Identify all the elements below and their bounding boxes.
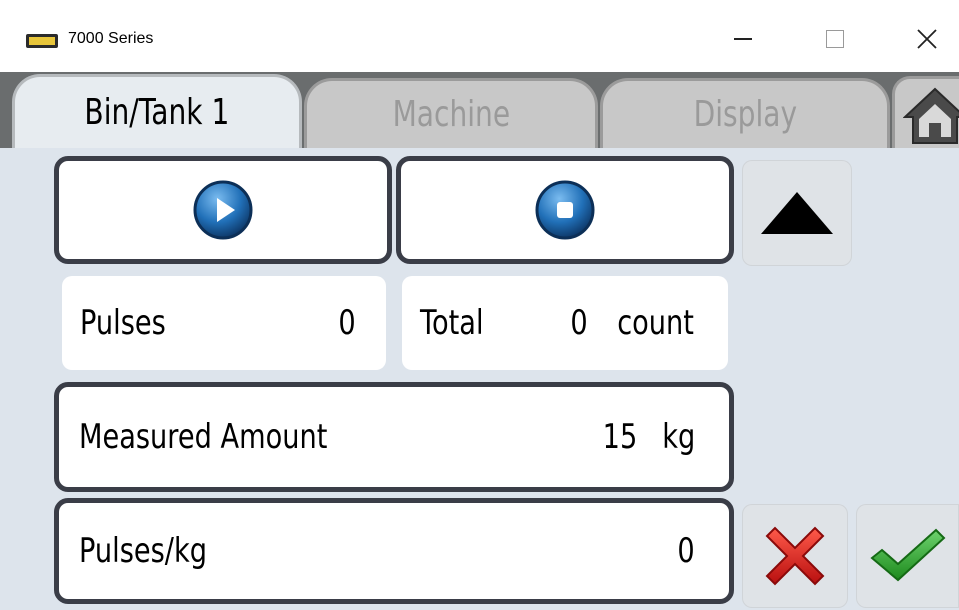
- up-arrow-icon: [761, 192, 833, 234]
- cancel-button[interactable]: [742, 504, 848, 608]
- measured-amount-label: Measured Amount: [79, 417, 328, 457]
- start-button[interactable]: [54, 156, 392, 264]
- home-icon: [903, 87, 959, 144]
- tab-bin-tank-1[interactable]: Bin/Tank 1: [12, 74, 302, 148]
- tab-bin-tank-label: Bin/Tank 1: [84, 92, 230, 133]
- home-button[interactable]: [892, 76, 959, 148]
- pulses-label: Pulses: [80, 303, 166, 343]
- tab-machine-label: Machine: [392, 94, 510, 135]
- total-readout: Total 0 count: [402, 276, 728, 370]
- tab-display[interactable]: Display: [600, 78, 890, 148]
- measured-amount-value: 15: [602, 417, 637, 457]
- pulses-per-kg-label: Pulses/kg: [79, 531, 207, 571]
- window-title: 7000 Series: [68, 30, 154, 47]
- play-icon: [193, 180, 253, 240]
- pulses-per-kg-field[interactable]: Pulses/kg 0: [54, 498, 734, 604]
- scroll-up-button[interactable]: [742, 160, 852, 266]
- stop-icon: [535, 180, 595, 240]
- measured-amount-field[interactable]: Measured Amount 15 kg: [54, 382, 734, 492]
- minimize-icon: [734, 38, 752, 40]
- pulses-per-kg-value: 0: [677, 531, 695, 571]
- window-titlebar: 7000 Series: [0, 0, 959, 72]
- confirm-button[interactable]: [856, 504, 959, 608]
- stop-button[interactable]: [396, 156, 734, 264]
- total-value: 0: [570, 303, 588, 343]
- pulses-readout: Pulses 0: [62, 276, 386, 370]
- minimize-button[interactable]: [712, 14, 774, 64]
- tab-strip: Machine Display Bin/Tank 1: [0, 72, 959, 148]
- close-button[interactable]: [896, 14, 958, 64]
- red-x-icon: [765, 526, 825, 586]
- maximize-icon: [826, 30, 844, 48]
- tab-machine[interactable]: Machine: [304, 78, 598, 148]
- maximize-button[interactable]: [804, 14, 866, 64]
- device-icon: [26, 34, 58, 48]
- total-label: Total: [420, 303, 484, 343]
- pulses-value: 0: [338, 303, 356, 343]
- main-content: Pulses 0 Total 0 count Measured Amount 1…: [0, 148, 959, 610]
- measured-amount-unit: kg: [661, 417, 695, 457]
- total-unit: count: [617, 303, 694, 343]
- close-icon: [917, 29, 937, 49]
- green-check-icon: [869, 528, 945, 582]
- tab-display-label: Display: [693, 94, 797, 135]
